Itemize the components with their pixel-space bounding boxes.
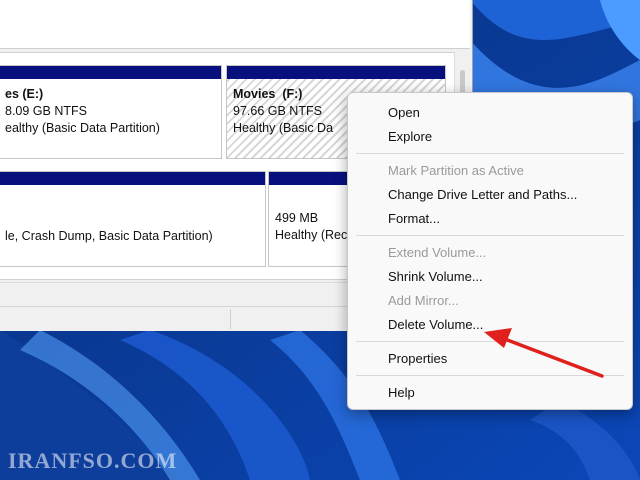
- partition-size: 499 MB: [275, 211, 319, 225]
- menu-item-extend-volume[interactable]: Extend Volume...: [388, 244, 486, 262]
- partition-context-menu: Open Explore Mark Partition as Active Ch…: [347, 92, 633, 410]
- partition-name: es: [5, 87, 19, 101]
- status-divider: [230, 309, 231, 329]
- menu-item-open[interactable]: Open: [388, 104, 420, 122]
- menu-separator: [356, 341, 624, 342]
- menu-item-help[interactable]: Help: [388, 384, 415, 402]
- partition-size: 97.66 GB NTFS: [233, 104, 322, 118]
- partition-drive: (E:): [22, 87, 44, 101]
- partition-c[interactable]: le, Crash Dump, Basic Data Partition): [0, 171, 266, 267]
- partition-status: le, Crash Dump, Basic Data Partition): [5, 229, 213, 243]
- menu-item-format[interactable]: Format...: [388, 210, 440, 228]
- partition-status: ealthy (Basic Data Partition): [5, 121, 160, 135]
- partition-bar: [0, 66, 221, 79]
- partition-bar: [0, 172, 265, 185]
- partition-size: 8.09 GB NTFS: [5, 104, 87, 118]
- menu-item-properties[interactable]: Properties: [388, 350, 447, 368]
- partition-bar: [227, 66, 445, 79]
- menu-item-change-drive-letter[interactable]: Change Drive Letter and Paths...: [388, 186, 577, 204]
- menu-item-explore[interactable]: Explore: [388, 128, 432, 146]
- partition-name: Movies: [233, 87, 276, 101]
- menu-item-mark-active[interactable]: Mark Partition as Active: [388, 162, 524, 180]
- partition-status: Healthy (Rec: [275, 228, 348, 242]
- menu-item-delete-volume[interactable]: Delete Volume...: [388, 316, 483, 334]
- partition-drive: (F:): [282, 87, 303, 101]
- menu-separator: [356, 153, 624, 154]
- menu-item-add-mirror[interactable]: Add Mirror...: [388, 292, 459, 310]
- menu-separator: [356, 235, 624, 236]
- partition-e[interactable]: es (E:) 8.09 GB NTFS ealthy (Basic Data …: [0, 65, 222, 159]
- volume-list-pane: [0, 0, 470, 49]
- partition-status: Healthy (Basic Da: [233, 121, 334, 135]
- menu-separator: [356, 375, 624, 376]
- menu-item-shrink-volume[interactable]: Shrink Volume...: [388, 268, 483, 286]
- watermark: IRANFSO.COM: [8, 448, 178, 473]
